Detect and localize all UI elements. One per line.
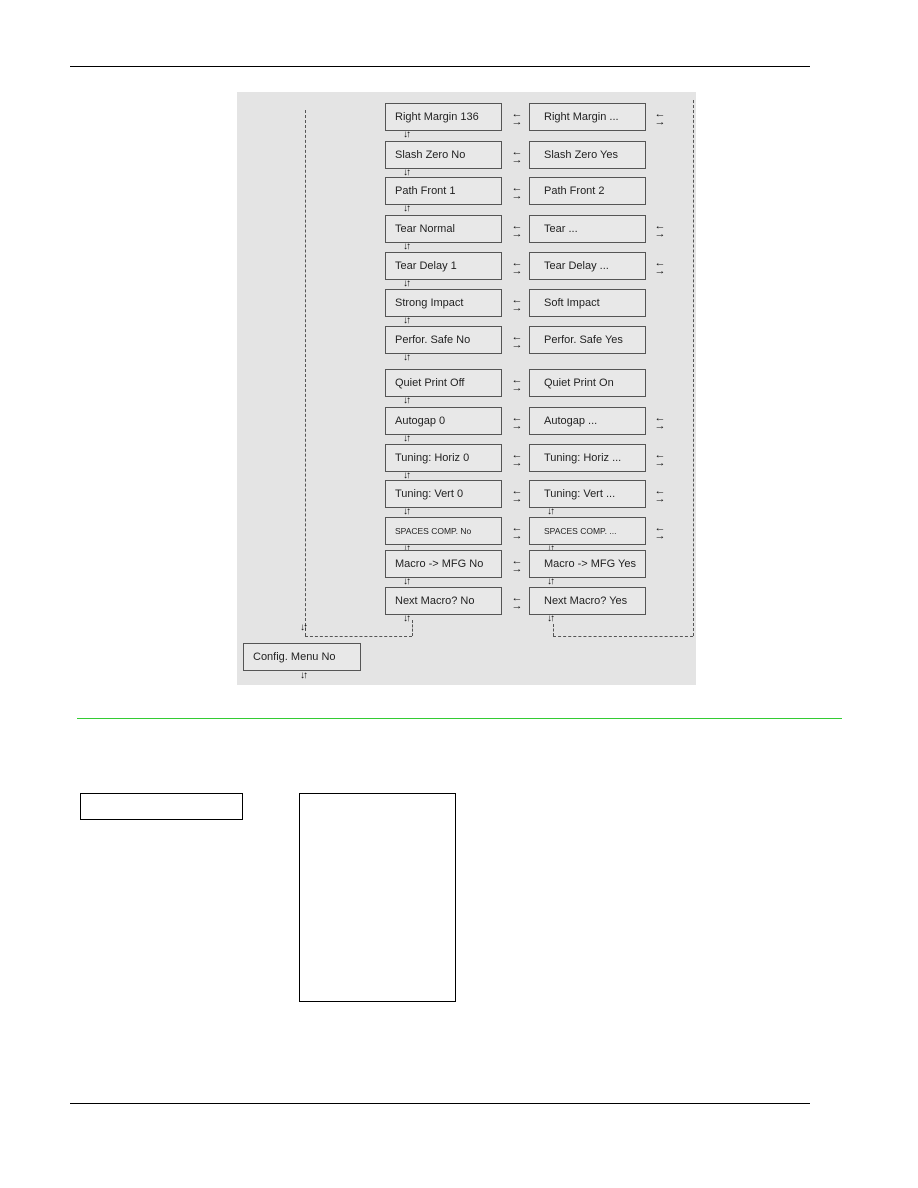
menu-option-current: Right Margin 136 bbox=[385, 103, 502, 131]
swap-arrows-icon: ← → bbox=[511, 522, 523, 542]
up-down-arrows-icon: ↓↑ bbox=[403, 278, 411, 289]
menu-option-alternate: Tear Delay ... bbox=[529, 252, 646, 280]
up-down-arrows-icon: ↓↑ bbox=[300, 622, 308, 633]
menu-option-current: Tuning: Horiz 0 bbox=[385, 444, 502, 472]
up-down-arrows-icon: ↓↑ bbox=[403, 613, 411, 624]
menu-option-alternate: Next Macro? Yes bbox=[529, 587, 646, 615]
menu-option-current: Slash Zero No bbox=[385, 141, 502, 169]
menu-option-current: Next Macro? No bbox=[385, 587, 502, 615]
menu-option-current: Tuning: Vert 0 bbox=[385, 480, 502, 508]
swap-arrows-icon: ← → bbox=[654, 412, 666, 432]
up-down-arrows-icon: ↓↑ bbox=[547, 613, 555, 624]
menu-option-alternate: Tuning: Vert ... bbox=[529, 480, 646, 508]
up-down-arrows-icon: ↓↑ bbox=[403, 315, 411, 326]
swap-arrows-icon: ← → bbox=[511, 592, 523, 612]
menu-option-alternate: Macro -> MFG Yes bbox=[529, 550, 646, 578]
menu-option-alternate: Tear ... bbox=[529, 215, 646, 243]
up-down-arrows-icon: ↓↑ bbox=[403, 241, 411, 252]
menu-option-current: Tear Delay 1 bbox=[385, 252, 502, 280]
swap-arrows-icon: ← → bbox=[511, 108, 523, 128]
swap-arrows-icon: ← → bbox=[511, 182, 523, 202]
swap-arrows-icon: ← → bbox=[511, 555, 523, 575]
menu-option-current: Strong Impact bbox=[385, 289, 502, 317]
up-down-arrows-icon: ↓↑ bbox=[547, 506, 555, 517]
up-down-arrows-icon: ↓↑ bbox=[547, 576, 555, 587]
swap-arrows-icon: ← → bbox=[654, 220, 666, 240]
menu-option-current: Macro -> MFG No bbox=[385, 550, 502, 578]
menu-flow-diagram: Right Margin 136 ← → Right Margin ... ← → ↓↑ Sl… bbox=[237, 92, 696, 685]
up-down-arrows-icon: ↓↑ bbox=[403, 506, 411, 517]
header-rule bbox=[70, 66, 810, 67]
right-loop-line bbox=[693, 100, 694, 636]
section-divider bbox=[77, 718, 842, 719]
left-loop-join bbox=[412, 620, 413, 636]
menu-option-alternate: Slash Zero Yes bbox=[529, 141, 646, 169]
menu-option-alternate: Autogap ... bbox=[529, 407, 646, 435]
config-menu-box: Config. Menu No bbox=[243, 643, 361, 671]
up-down-arrows-icon: ↓↑ bbox=[403, 395, 411, 406]
menu-option-current: Path Front 1 bbox=[385, 177, 502, 205]
swap-arrows-icon: ← → bbox=[654, 485, 666, 505]
right-loop-bottom-line bbox=[553, 636, 693, 637]
swap-arrows-icon: ← → bbox=[511, 412, 523, 432]
swap-arrows-icon: ← → bbox=[511, 449, 523, 469]
menu-option-alternate: Quiet Print On bbox=[529, 369, 646, 397]
empty-label-box bbox=[80, 793, 243, 820]
swap-arrows-icon: ← → bbox=[654, 449, 666, 469]
up-down-arrows-icon: ↓↑ bbox=[403, 203, 411, 214]
menu-option-current: Autogap 0 bbox=[385, 407, 502, 435]
menu-option-alternate: Tuning: Horiz ... bbox=[529, 444, 646, 472]
manual-page: Right Margin 136 ← → Right Margin ... ← → ↓↑ Sl… bbox=[0, 0, 918, 1188]
up-down-arrows-icon: ↓↑ bbox=[403, 129, 411, 140]
menu-option-alternate: Perfor. Safe Yes bbox=[529, 326, 646, 354]
swap-arrows-icon: ← → bbox=[654, 108, 666, 128]
menu-option-current: Quiet Print Off bbox=[385, 369, 502, 397]
swap-arrows-icon: ← → bbox=[654, 522, 666, 542]
swap-arrows-icon: ← → bbox=[511, 257, 523, 277]
swap-arrows-icon: ← → bbox=[654, 257, 666, 277]
up-down-arrows-icon: ↓↑ bbox=[403, 352, 411, 363]
menu-option-alternate: SPACES COMP. ... bbox=[529, 517, 646, 545]
swap-arrows-icon: ← → bbox=[511, 294, 523, 314]
menu-option-alternate: Soft Impact bbox=[529, 289, 646, 317]
up-down-arrows-icon: ↓↑ bbox=[403, 433, 411, 444]
swap-arrows-icon: ← → bbox=[511, 220, 523, 240]
menu-option-current: Perfor. Safe No bbox=[385, 326, 502, 354]
menu-option-current: SPACES COMP. No bbox=[385, 517, 502, 545]
left-loop-line bbox=[305, 110, 306, 636]
menu-option-alternate: Path Front 2 bbox=[529, 177, 646, 205]
empty-content-box bbox=[299, 793, 456, 1002]
swap-arrows-icon: ← → bbox=[511, 374, 523, 394]
up-down-arrows-icon: ↓↑ bbox=[403, 576, 411, 587]
swap-arrows-icon: ← → bbox=[511, 485, 523, 505]
footer-rule bbox=[70, 1103, 810, 1104]
right-loop-join bbox=[553, 624, 554, 636]
menu-option-current: Tear Normal bbox=[385, 215, 502, 243]
left-loop-bottom-line bbox=[305, 636, 412, 637]
swap-arrows-icon: ← → bbox=[511, 331, 523, 351]
menu-option-alternate: Right Margin ... bbox=[529, 103, 646, 131]
up-down-arrows-icon: ↓↑ bbox=[300, 670, 308, 681]
swap-arrows-icon: ← → bbox=[511, 146, 523, 166]
